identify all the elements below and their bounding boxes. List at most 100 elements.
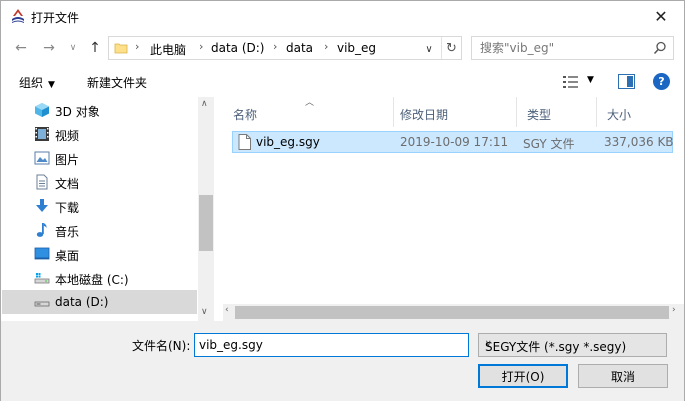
view-caret-down-icon[interactable]: ▼ [587, 75, 594, 85]
forward-arrow-icon: → [43, 40, 55, 56]
cancel-button-label: 取消 [610, 369, 635, 384]
sidebar-item-label: 文档 [55, 177, 80, 191]
sidebar-item-label: 桌面 [55, 249, 80, 263]
open-button-label: 打开(O) [501, 369, 545, 384]
command-toolbar: 组织 ▼ 新建文件夹 ▼ ? [1, 67, 684, 97]
help-icon[interactable]: ? [653, 73, 670, 90]
sidebar-item-drive-c[interactable]: 本地磁盘 (C:) [2, 266, 197, 290]
open-button[interactable]: 打开(O) [478, 364, 568, 388]
organize-label: 组织 [19, 76, 44, 90]
close-button[interactable]: ✕ [638, 1, 684, 32]
sidebar-item-3d-objects[interactable]: 3D 对象 [2, 98, 197, 122]
breadcrumb-drive-d[interactable]: data (D:) [211, 41, 265, 55]
sidebar-item-label: 图片 [55, 153, 80, 167]
sidebar-item-videos[interactable]: 视频 [2, 122, 197, 146]
search-box[interactable] [471, 36, 674, 60]
caret-down-icon: ▼ [48, 80, 55, 90]
column-header-label: 大小 [607, 108, 632, 122]
music-icon [36, 223, 47, 237]
open-file-dialog: 打开文件 ✕ ← → ∨ ↑ › 此电脑 › data (D:) › data … [0, 0, 685, 401]
sidebar-item-music[interactable]: 音乐 [2, 218, 197, 242]
download-icon [36, 199, 48, 212]
scroll-left-icon[interactable]: ‹ [225, 305, 229, 315]
app-logo-icon [12, 9, 24, 23]
drive-icon [34, 301, 50, 307]
new-folder-button[interactable]: 新建文件夹 [87, 74, 147, 91]
column-header-modified[interactable]: 修改日期 [390, 97, 517, 127]
sidebar-item-label: 3D 对象 [55, 105, 100, 119]
back-button[interactable]: ← [11, 38, 31, 58]
dialog-footer: 文件名(N): vib_eg.sgy SEGY文件 (*.sgy *.segy)… [1, 321, 684, 401]
up-button[interactable]: ↑ [85, 38, 105, 58]
scroll-down-icon[interactable]: ∨ [201, 307, 208, 317]
forward-button[interactable]: → [39, 38, 59, 58]
column-header-type[interactable]: 类型 [517, 97, 597, 127]
preview-pane-icon[interactable] [618, 74, 635, 89]
breadcrumb-vib-eg[interactable]: vib_eg [337, 41, 376, 55]
sidebar-item-label: 音乐 [55, 225, 80, 239]
sidebar-item-label: data (D:) [55, 295, 109, 309]
search-input[interactable] [480, 40, 650, 56]
organize-button[interactable]: 组织 ▼ [19, 74, 55, 91]
column-header-name[interactable]: 名称 ︿ [223, 97, 394, 127]
back-arrow-icon: ← [15, 40, 27, 56]
sidebar-item-pictures[interactable]: 图片 [2, 146, 197, 170]
documents-icon [36, 174, 48, 190]
breadcrumb-separator-icon: › [199, 40, 204, 53]
breadcrumb-separator-icon: › [273, 40, 278, 53]
sidebar-item-label: 视频 [55, 129, 80, 143]
navigation-pane-scrollbar[interactable]: ∧ ∨ [198, 97, 214, 321]
column-header-size[interactable]: 大小 [597, 97, 684, 127]
sidebar-item-label: 下载 [55, 201, 80, 215]
file-list-scrollbar[interactable]: ‹ › [223, 304, 684, 321]
window-title: 打开文件 [31, 11, 80, 25]
chevron-down-icon: ∨ [425, 43, 433, 55]
filename-field[interactable]: vib_eg.sgy [194, 333, 469, 357]
file-row[interactable]: vib_eg.sgy 2019-10-09 17:11 SGY 文件 337,0… [232, 131, 674, 153]
breadcrumb-separator-icon: › [324, 40, 329, 53]
filename-value: vib_eg.sgy [199, 338, 263, 352]
sidebar-item-downloads[interactable]: 下载 [2, 194, 197, 218]
drive-icon [34, 273, 50, 284]
video-icon [35, 127, 49, 141]
sidebar-item-drive-d[interactable]: data (D:) [2, 290, 197, 314]
file-type: SGY 文件 [523, 137, 575, 151]
view-options-icon[interactable] [563, 75, 579, 89]
address-history-button[interactable]: ∨ [420, 41, 438, 57]
chevron-down-icon: ∨ [485, 339, 492, 349]
sort-ascending-icon: ︿ [305, 98, 315, 108]
new-folder-label: 新建文件夹 [87, 76, 148, 90]
pictures-icon [34, 151, 50, 165]
scrollbar-thumb[interactable] [235, 306, 669, 319]
search-icon [653, 41, 666, 55]
file-list: 名称 ︿ 修改日期 类型 大小 vib_eg.sgy 2019-10-09 17… [223, 97, 684, 321]
file-name: vib_eg.sgy [256, 135, 320, 149]
filename-label: 文件名(N): [132, 339, 191, 353]
refresh-icon: ↻ [446, 40, 457, 56]
sidebar-item-documents[interactable]: 文档 [2, 170, 197, 194]
file-icon [238, 134, 251, 150]
3d-objects-icon [35, 103, 49, 117]
scroll-right-icon[interactable]: › [672, 305, 676, 315]
address-bar[interactable]: › 此电脑 › data (D:) › data › vib_eg ∨ ↻ [108, 36, 462, 60]
breadcrumb-data[interactable]: data [286, 41, 313, 55]
breadcrumb-separator-icon: › [135, 40, 140, 53]
up-arrow-icon: ↑ [89, 40, 101, 56]
chevron-down-icon: ∨ [69, 43, 77, 53]
file-modified: 2019-10-09 17:11 [400, 135, 509, 149]
title-bar: 打开文件 ✕ [1, 1, 684, 32]
scroll-up-icon[interactable]: ∧ [201, 99, 208, 109]
file-size: 337,036 KB [604, 135, 674, 149]
column-header-label: 名称 [233, 108, 258, 122]
scrollbar-thumb[interactable] [199, 195, 213, 251]
filetype-select[interactable]: SEGY文件 (*.sgy *.segy) ∨ [478, 333, 667, 357]
close-icon: ✕ [654, 7, 668, 26]
sidebar-item-label: 本地磁盘 (C:) [55, 273, 129, 287]
column-header-label: 修改日期 [400, 108, 449, 122]
sidebar-item-desktop[interactable]: 桌面 [2, 242, 197, 266]
refresh-button[interactable]: ↻ [441, 37, 461, 59]
cancel-button[interactable]: 取消 [578, 364, 668, 388]
breadcrumb-this-pc[interactable]: 此电脑 [150, 41, 186, 58]
recent-locations-button[interactable]: ∨ [63, 38, 83, 58]
folder-icon [114, 43, 128, 54]
